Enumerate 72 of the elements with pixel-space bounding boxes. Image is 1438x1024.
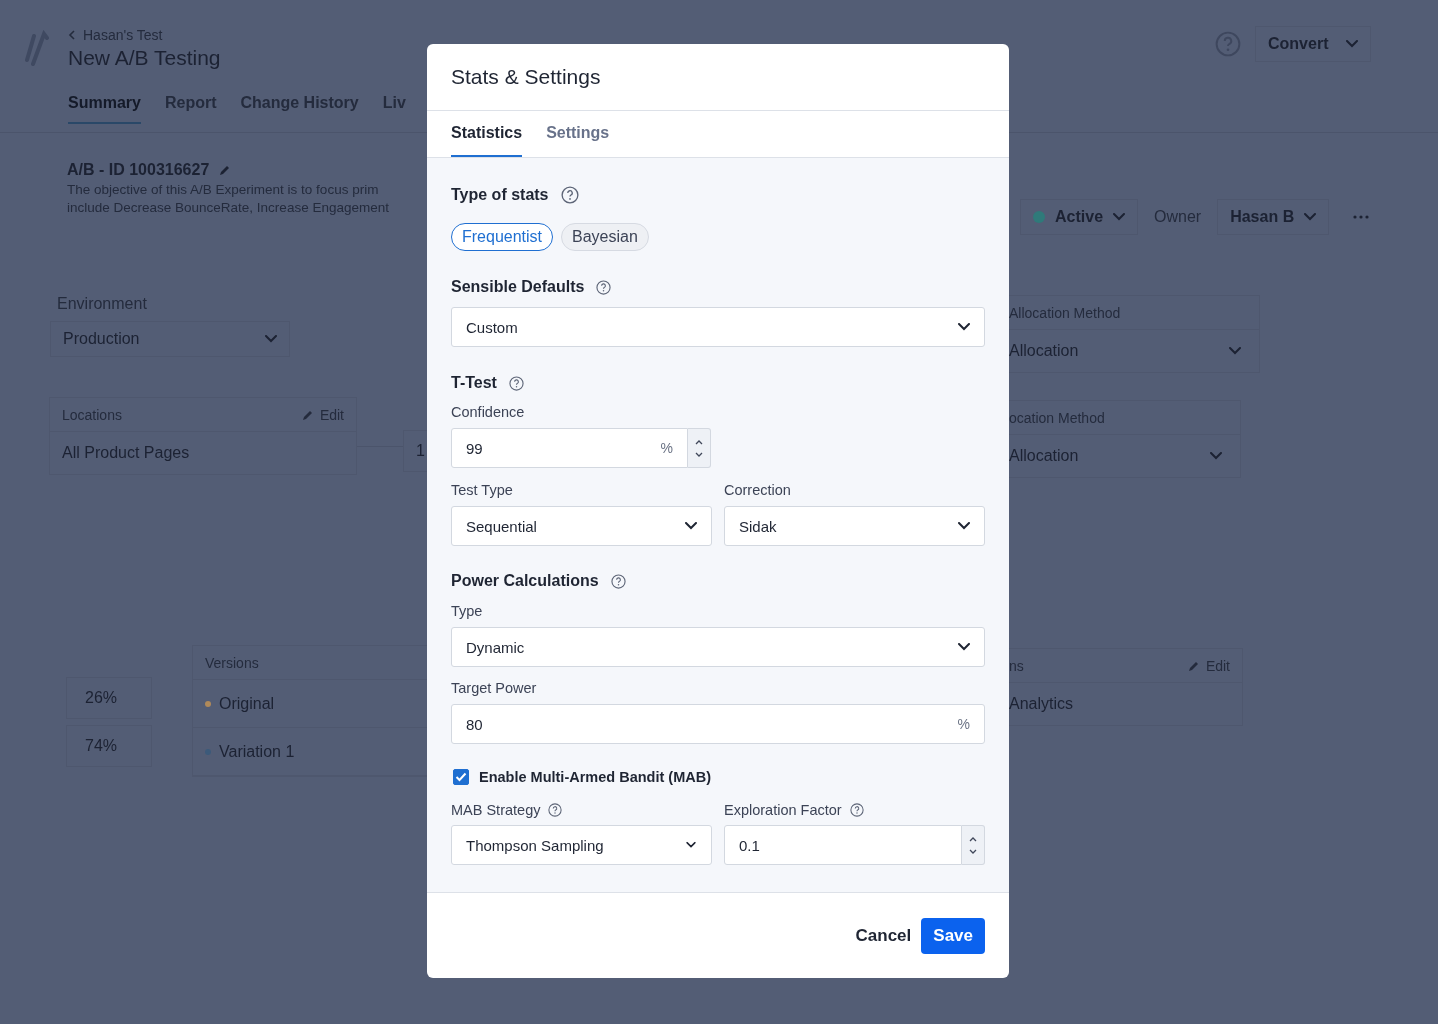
chevron-down-icon — [1346, 40, 1358, 48]
exploration-factor-input[interactable]: 0.1 — [724, 825, 962, 865]
chevron-down-icon[interactable] — [695, 451, 703, 457]
traffic-percent: 26% — [66, 677, 152, 719]
field-label: Environment — [57, 295, 148, 313]
save-button[interactable]: Save — [921, 917, 985, 954]
card-title: Locations — [62, 406, 122, 423]
chevron-down-icon — [958, 522, 970, 530]
correction-select[interactable]: Sidak — [724, 506, 985, 546]
owner-label: Owner — [1154, 208, 1202, 226]
allocation-value: Allocation — [1009, 342, 1079, 360]
checkbox-label: Enable Multi-Armed Bandit (MAB) — [479, 769, 711, 785]
chevron-down-icon — [958, 323, 970, 331]
help-icon[interactable] — [849, 803, 864, 817]
dialog-title: Stats & Settings — [451, 65, 601, 89]
defaults-select[interactable]: Custom — [451, 307, 985, 347]
section-heading: Sensible Defaults — [451, 278, 585, 296]
help-icon[interactable] — [548, 803, 563, 817]
field-label: Correction — [724, 482, 792, 500]
field-label: MAB Strategy — [451, 802, 541, 818]
traffic-percent: 74% — [66, 725, 152, 767]
chevron-down-icon — [685, 522, 697, 530]
card-title: ocation Method — [1009, 409, 1105, 426]
field-label: Exploration Factor — [724, 802, 842, 818]
help-icon[interactable] — [508, 375, 524, 391]
version-name: Original — [219, 694, 275, 713]
section-heading: Type of stats — [451, 186, 549, 204]
version-name: Variation 1 — [219, 742, 295, 761]
chevron-down-icon — [958, 643, 970, 651]
chevron-down-icon — [1210, 452, 1222, 460]
stats-type-option[interactable]: Bayesian — [561, 223, 649, 251]
integration-value: Analytics — [1009, 694, 1075, 714]
page-title: New A/B Testing — [68, 46, 222, 71]
chevron-down-icon — [1304, 213, 1317, 221]
section-heading: Power Calculations — [451, 572, 599, 590]
location-value: All Product Pages — [61, 443, 191, 463]
card-title: Versions — [205, 654, 259, 671]
page-tab[interactable]: Summary — [68, 94, 141, 124]
chevron-left-icon — [68, 30, 75, 40]
field-label: Confidence — [451, 404, 526, 422]
more-options-icon[interactable] — [1353, 215, 1370, 219]
pencil-icon — [1187, 659, 1200, 672]
card-title: Allocation Method — [1009, 304, 1121, 321]
help-icon[interactable] — [610, 573, 626, 589]
allocation-value: Allocation — [1009, 447, 1079, 465]
power-type-select[interactable]: Dynamic — [451, 627, 985, 667]
target-power-input[interactable]: 80 % — [451, 704, 985, 744]
chevron-up-icon[interactable] — [969, 836, 977, 842]
pencil-icon — [219, 164, 232, 176]
card-title: ns — [1009, 657, 1024, 674]
chevron-down-icon — [1229, 347, 1241, 355]
chevron-down-icon — [1113, 213, 1126, 221]
section-heading: T-Test — [451, 374, 497, 392]
dialog-tab[interactable]: Settings — [546, 111, 610, 157]
chevron-down-icon — [686, 841, 696, 849]
help-icon[interactable] — [596, 279, 612, 295]
experiment-id: A/B - ID 100316627 — [67, 161, 210, 179]
field-label: Test Type — [451, 482, 514, 500]
cancel-button[interactable]: Cancel — [855, 925, 912, 946]
field-label: Target Power — [451, 680, 538, 698]
chevron-up-icon[interactable] — [695, 439, 703, 445]
stats-type-option[interactable]: Frequentist — [451, 223, 554, 251]
help-icon[interactable] — [560, 186, 579, 204]
confidence-input[interactable]: 99 % — [451, 428, 688, 468]
description-line: include Decrease BounceRate, Increase Engagement — [67, 200, 390, 215]
checkbox[interactable] — [453, 769, 469, 785]
mab-strategy-select[interactable]: Thompson Sampling — [451, 825, 712, 865]
chevron-down-icon[interactable] — [969, 848, 977, 854]
test-type-select[interactable]: Sequential — [451, 506, 712, 546]
chevron-down-icon — [265, 335, 277, 343]
pencil-icon — [301, 408, 314, 421]
field-label: Type — [451, 603, 484, 621]
